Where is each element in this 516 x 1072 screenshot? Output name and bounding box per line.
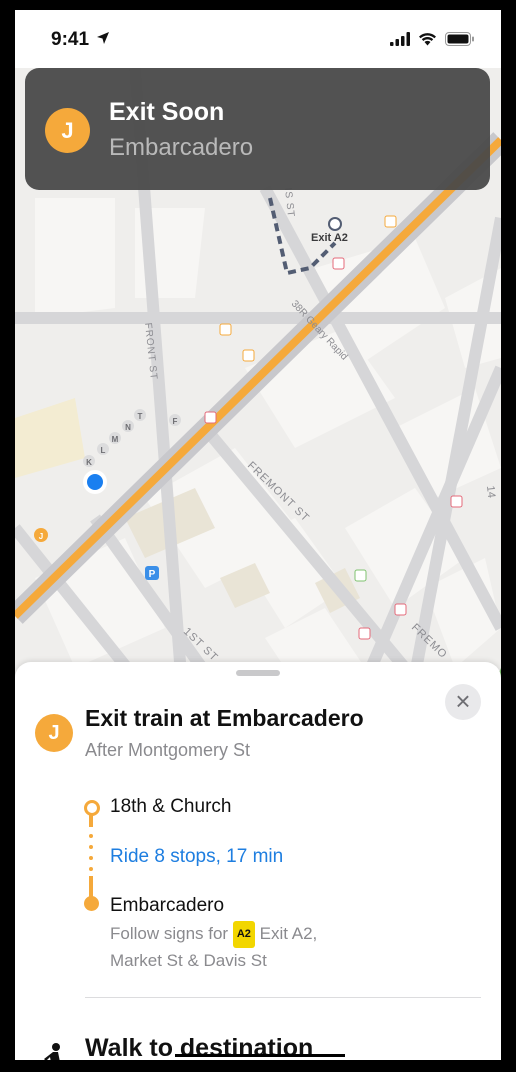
route-dot [89,856,93,860]
walking-person-icon [44,1043,60,1060]
end-stop-marker [84,896,99,911]
line-marker-label: L [101,446,106,455]
exit-label: Exit A2 [311,232,348,244]
step-subtitle: After Montgomery St [85,740,251,760]
status-icons [390,32,475,46]
battery-icon [445,32,474,46]
exit-soon-banner[interactable]: J Exit Soon Embarcadero [25,68,490,190]
line-marker-label: K [86,458,92,467]
phone-screen: 9:41 P FRONT ST IS ST 38R Geary Rapid FR… [15,10,501,1060]
line-badge: J [35,714,73,752]
signal-icon [390,32,410,46]
wifi-icon [419,33,436,46]
sheet-grabber[interactable] [236,670,280,676]
location-arrow-icon [97,32,109,44]
route-dot [89,834,93,838]
status-bar: 9:41 [15,10,501,68]
start-stop-name: 18th & Church [110,796,232,817]
divider [85,997,481,998]
line-badge: J [45,108,90,153]
exit-instructions: Follow signs for A2 Exit A2, Market St &… [110,921,370,973]
strike-mark [175,1054,345,1057]
ride-stops-link[interactable]: Ride 8 stops, 17 min [110,846,283,868]
line-marker-label: J [39,532,43,541]
banner-title: Exit Soon [109,98,225,126]
svg-text:P: P [149,569,156,580]
exit-marker[interactable] [328,217,342,231]
status-time: 9:41 [51,29,90,50]
banner-subtitle: Embarcadero [109,134,254,161]
route-dot [89,867,93,871]
parking-icon[interactable]: P [145,566,159,580]
street-label-14: 14 [484,485,497,498]
route-dot [89,845,93,849]
close-button[interactable]: × [445,684,481,720]
close-icon: × [455,686,471,716]
exit-badge: A2 [232,921,255,948]
directions-sheet[interactable]: × J Exit train at Embarcadero After Mont… [15,662,501,1060]
current-location-dot[interactable] [87,474,103,490]
line-marker-label: M [112,435,119,444]
line-marker-label: F [173,417,178,426]
route-line-segment [89,815,93,827]
start-stop-marker [84,800,100,816]
step-title: Exit train at Embarcadero [85,705,364,731]
end-stop-name: Embarcadero [110,895,225,916]
line-marker-label: N [125,423,131,432]
follow-prefix: Follow signs for [110,924,229,943]
line-marker-label: T [138,412,143,421]
follow-suffix: Exit A2, [259,924,318,943]
follow-line2: Market St & Davis St [110,951,267,970]
